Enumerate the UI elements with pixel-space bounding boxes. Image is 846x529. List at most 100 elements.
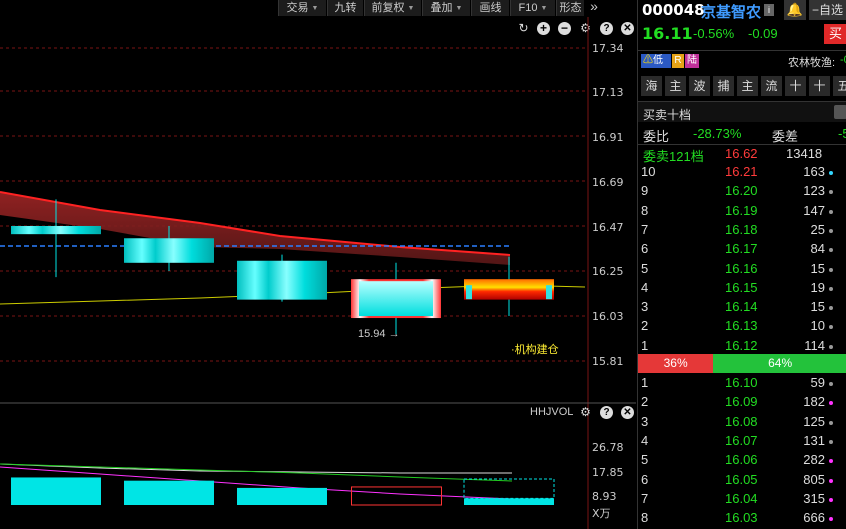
price-tick: 15.81: [592, 355, 624, 368]
bid-level-row[interactable]: 1 16.10 59: [638, 374, 846, 393]
info-icon[interactable]: i: [764, 4, 774, 16]
candle-edge-mark: [466, 285, 472, 300]
sell-summary-row[interactable]: 委卖121档 16.62 13418: [638, 144, 846, 164]
quick-button[interactable]: 十: [785, 76, 806, 96]
sell-summary-volume: 13418: [786, 146, 823, 161]
alert-bell-icon[interactable]: 🔔: [784, 0, 806, 20]
quick-button[interactable]: 海: [641, 76, 662, 96]
bid-level-row[interactable]: 2 16.09 182: [638, 393, 846, 412]
volume-bar: [237, 487, 327, 505]
price-row: 16.11 -0.56% -0.09 买: [638, 23, 846, 45]
bid-level-row[interactable]: 6 16.05 805: [638, 471, 846, 490]
order-dot-icon: [829, 382, 833, 386]
ask-level-row[interactable]: 1 16.12 114: [638, 337, 846, 356]
quote-panel: 000048 京基智农 i 🔔 −自选 16.11 -0.56% -0.09 买…: [637, 0, 846, 529]
bid-volume: 131: [803, 432, 825, 448]
toolbar-f10-menu[interactable]: F10 ▼: [510, 0, 555, 16]
toolbar-item-label: F10: [518, 2, 538, 14]
ask-level-row[interactable]: 2 16.13 10: [638, 317, 846, 336]
toolbar-nine-turn-button[interactable]: 九转: [327, 0, 363, 16]
ask-level-row[interactable]: 9 16.20 123: [638, 182, 846, 201]
toolbar-pattern-button[interactable]: 形态: [556, 0, 584, 16]
ask-price: 16.17: [725, 241, 758, 257]
change-amount: -0.09: [748, 26, 778, 41]
candle-body: [11, 225, 101, 235]
bid-price: 16.04: [725, 490, 758, 506]
buy-button[interactable]: 买: [824, 24, 846, 44]
toolbar-adjust-menu[interactable]: 前复权 ▼: [364, 0, 421, 16]
quick-button[interactable]: 捕: [713, 76, 734, 96]
volume-help-icon[interactable]: ?: [600, 406, 613, 419]
current-price: 16.11: [642, 24, 693, 43]
sector-change: -0: [840, 54, 846, 66]
quick-button[interactable]: 主: [737, 76, 758, 96]
volume-close-icon[interactable]: ✕: [621, 406, 634, 419]
ask-level: 1: [641, 337, 649, 353]
price-chart[interactable]: [0, 17, 636, 529]
order-ratio-row: 委比 -28.73% 委差 -5: [638, 124, 846, 144]
order-dot-icon: [829, 267, 833, 272]
ask-level-row[interactable]: 10 16.21 163: [638, 163, 846, 182]
price-tick: 16.69: [592, 176, 624, 189]
ask-level-row[interactable]: 7 16.18 25: [638, 221, 846, 240]
ask-level: 6: [641, 241, 649, 257]
ask-price: 16.15: [725, 279, 758, 295]
risk-tag[interactable]: ⚠低: [641, 54, 671, 68]
bid-level: 1: [641, 375, 649, 390]
toolbar-trade-menu[interactable]: 交易 ▼: [278, 0, 326, 16]
tags-row: ⚠低 R 陆 农林牧渔: -0: [638, 50, 846, 70]
ask-level-row[interactable]: 3 16.14 15: [638, 298, 846, 317]
bid-volume: 125: [803, 413, 825, 429]
bid-level-row[interactable]: 3 16.08 125: [638, 413, 846, 432]
bid-level-row[interactable]: 4 16.07 131: [638, 432, 846, 451]
caret-down-icon: ▼: [407, 5, 415, 12]
order-dot-icon: [829, 401, 833, 406]
ask-level-row[interactable]: 5 16.16 15: [638, 260, 846, 279]
bid-level: 4: [641, 432, 649, 448]
ask-level: 8: [641, 202, 649, 218]
order-dot-icon: [829, 286, 833, 291]
ask-volume: 163: [803, 164, 825, 179]
bid-level: 6: [641, 471, 649, 487]
candle-body: [464, 279, 554, 300]
risk-tag-label: 低: [653, 55, 663, 66]
ask-share-label: 64%: [768, 356, 793, 370]
toolbar-draw-line-button[interactable]: 画线: [471, 0, 509, 16]
bid-price: 16.07: [725, 432, 758, 448]
volume-settings-icon[interactable]: ⚙: [579, 406, 592, 419]
add-to-watchlist-button[interactable]: −自选: [809, 0, 846, 20]
volume-indicator-name[interactable]: HHJVOL: [530, 406, 573, 418]
bid-price: 16.09: [725, 394, 758, 410]
candle-body: [124, 238, 214, 263]
r-tag[interactable]: R: [672, 54, 684, 68]
order-dot-icon: [829, 209, 833, 214]
toolbar-more-icon[interactable]: »: [585, 0, 603, 15]
ask-level-row[interactable]: 6 16.17 84: [638, 240, 846, 259]
ask-level-row[interactable]: 4 16.15 19: [638, 279, 846, 298]
order-dot-icon: [829, 344, 833, 349]
quick-button[interactable]: 波: [689, 76, 710, 96]
diff-value: -5: [838, 126, 846, 141]
sector-label[interactable]: 农林牧渔:: [788, 54, 835, 70]
bid-volume: 666: [803, 510, 825, 526]
ask-price: 16.18: [725, 221, 758, 237]
bid-level-row[interactable]: 5 16.06 282: [638, 451, 846, 470]
order-book-options-icon[interactable]: [834, 105, 846, 119]
order-dot-icon: [829, 306, 833, 311]
quick-button[interactable]: 主: [665, 76, 686, 96]
bid-volume: 315: [803, 490, 825, 506]
add-to-watchlist-label: 自选: [819, 3, 844, 17]
quick-button[interactable]: 十: [809, 76, 830, 96]
ask-level-row[interactable]: 8 16.19 147: [638, 202, 846, 221]
bid-level: 3: [641, 413, 649, 429]
quick-button[interactable]: 流: [761, 76, 782, 96]
bid-level-row[interactable]: 7 16.04 315: [638, 490, 846, 509]
volume-tick: 26.78: [592, 441, 624, 454]
ask-volume: 123: [803, 183, 825, 199]
ask-level: 10: [641, 164, 656, 179]
bid-level-row[interactable]: 8 16.03 666: [638, 509, 846, 528]
quick-button[interactable]: 五: [833, 76, 846, 96]
stock-code: 000048: [642, 1, 705, 19]
connect-tag[interactable]: 陆: [685, 54, 699, 68]
toolbar-overlay-menu[interactable]: 叠加 ▼: [422, 0, 470, 16]
